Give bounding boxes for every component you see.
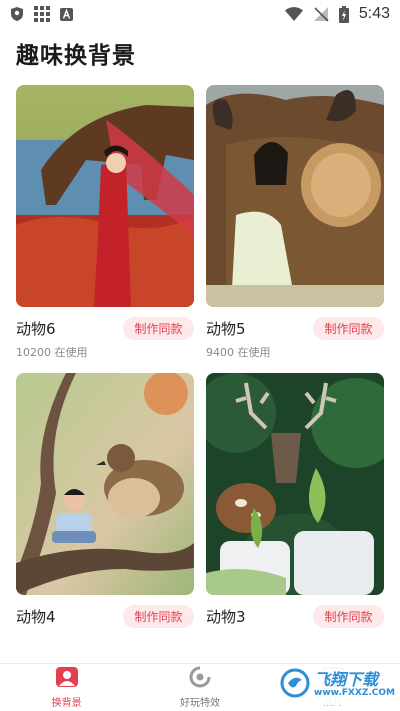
status-bar: 5:43 (0, 0, 400, 28)
usage-count: 9400 在使用 (206, 346, 271, 359)
make-same-button[interactable]: 制作同款 (313, 604, 384, 628)
make-same-button[interactable]: 制作同款 (123, 316, 194, 340)
template-card[interactable]: 动物3 制作同款 (206, 373, 384, 628)
page-title: 趣味换背景 (16, 43, 136, 69)
wifi-icon (284, 7, 303, 21)
make-same-button[interactable]: 制作同款 (123, 604, 194, 628)
card-title: 动物5 (206, 319, 246, 338)
nav-label: 好玩特效 (179, 698, 220, 709)
site-watermark: 飞翔下载 www.FXXZ.COM (276, 665, 395, 705)
nav-label: 换背景 (51, 698, 82, 709)
template-thumbnail[interactable] (16, 85, 194, 307)
watermark-logo-icon (280, 668, 310, 702)
template-card[interactable]: 动物6 制作同款 10200 在使用 (16, 85, 194, 360)
make-same-button[interactable]: 制作同款 (313, 316, 384, 340)
grid-icon (34, 6, 50, 22)
template-thumbnail[interactable] (16, 373, 194, 595)
battery-charging-icon (338, 5, 349, 23)
status-time: 5:43 (358, 5, 390, 22)
card-title: 动物4 (16, 607, 56, 626)
template-thumbnail[interactable] (206, 373, 384, 595)
a-badge-icon (60, 7, 73, 21)
watermark-url: www.FXXZ.COM (314, 687, 395, 698)
template-card[interactable]: 动物4 制作同款 (16, 373, 194, 628)
watermark-title: 飞翔下载 (314, 669, 379, 689)
template-thumbnail[interactable] (206, 85, 384, 307)
nav-item-change-background[interactable]: 换背景 (0, 664, 133, 711)
usage-count: 10200 在使用 (16, 346, 88, 359)
no-signal-icon (313, 6, 329, 22)
template-card[interactable]: 动物5 制作同款 9400 在使用 (206, 85, 384, 360)
card-title: 动物6 (16, 319, 56, 338)
card-title: 动物3 (206, 607, 246, 626)
refresh-ring-icon (189, 666, 211, 692)
nav-item-fun-effects[interactable]: 好玩特效 (133, 664, 266, 711)
portrait-frame-icon (55, 666, 79, 692)
shield-icon (10, 6, 24, 22)
